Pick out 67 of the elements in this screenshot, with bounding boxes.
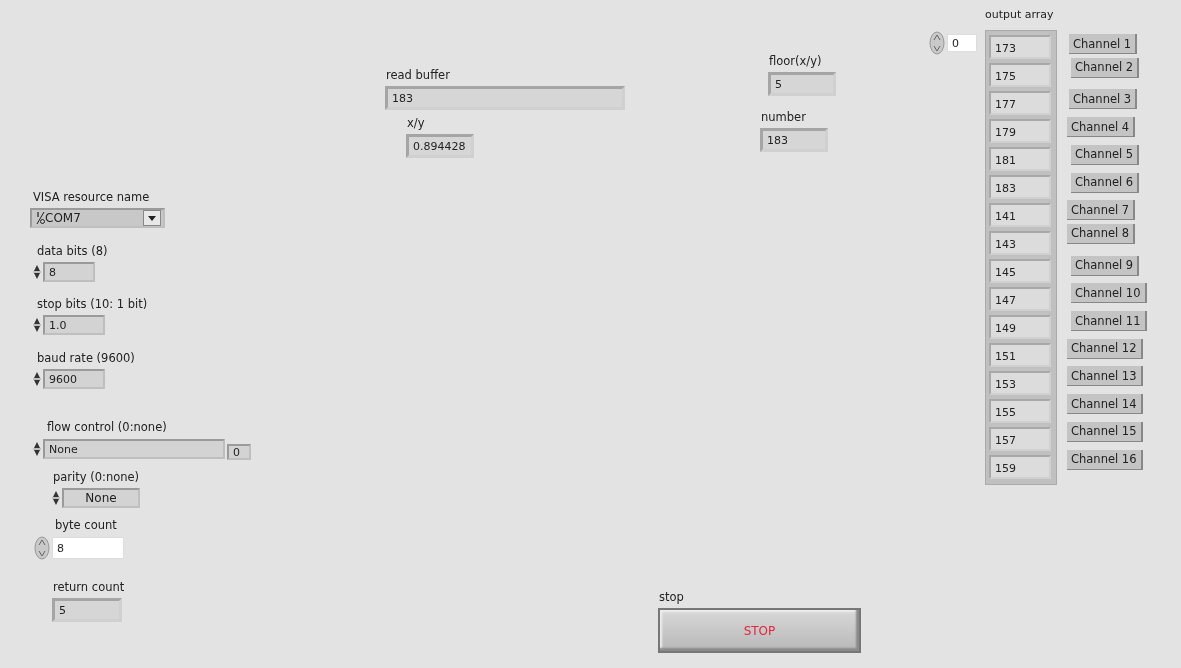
spinner-icon[interactable] [33,440,41,458]
array-cell: 149 [989,315,1051,339]
control-label: floor(x/y) [768,54,823,68]
spinner-icon[interactable] [33,370,41,388]
array-cell: 153 [989,371,1051,395]
channel-button[interactable]: Channel 14 [1067,394,1143,415]
array-cell: 173 [989,35,1051,59]
spinner-icon[interactable] [52,489,60,507]
array-cell: 141 [989,203,1051,227]
numeric-field[interactable]: 1.0 [43,315,105,335]
control-label: read buffer [385,68,451,82]
index-indicator: 0 [227,444,251,460]
channel-button[interactable]: Channel 1 [1069,34,1138,54]
channel-button[interactable]: Channel 3 [1069,89,1138,110]
control-label: stop [658,590,685,604]
channel-button[interactable]: Channel 5 [1071,144,1140,165]
array-cell: 157 [989,427,1051,451]
control-label: VISA resource name [32,190,151,204]
channel-button[interactable]: Channel 12 [1067,338,1143,359]
index-field[interactable]: 0 [947,34,977,52]
numeric-field[interactable]: 8 [43,262,95,282]
io-icon [36,211,45,225]
control-label: stop bits (10: 1 bit) [36,297,148,311]
channel-button[interactable]: Channel 2 [1071,57,1140,78]
dropdown-arrow-icon [148,215,156,221]
channel-button[interactable]: Channel 9 [1071,255,1140,276]
channel-button[interactable]: Channel 10 [1071,283,1147,304]
numeric-field[interactable]: 9600 [43,369,105,389]
array-cell: 159 [989,455,1051,479]
control-label: x/y [406,116,426,130]
enum-field[interactable]: None [43,439,225,459]
indicator-field: 5 [768,72,836,96]
indicator-field: 183 [385,86,625,110]
resource-dropdown[interactable]: COM7 [30,208,165,228]
array-cell: 179 [989,119,1051,143]
control-label: output array [985,8,1054,21]
control-label: data bits (8) [36,244,108,258]
channel-button[interactable]: Channel 6 [1071,172,1140,193]
array-cell: 183 [989,175,1051,199]
input-field[interactable]: 8 [52,537,124,559]
control-label: parity (0:none) [52,470,140,484]
control-label: byte count [54,518,118,532]
indicator-field: 183 [760,128,828,152]
array-cell: 147 [989,287,1051,311]
channel-button[interactable]: Channel 8 [1067,223,1136,244]
control-label: return count [52,580,125,594]
channel-button[interactable]: Channel 13 [1067,366,1143,387]
array-cell: 151 [989,343,1051,367]
array-cell: 177 [989,91,1051,115]
control-label: number [760,110,807,124]
channel-button[interactable]: Channel 16 [1067,449,1143,470]
array-cell: 181 [989,147,1051,171]
control-label: flow control (0:none) [46,420,168,434]
array-cell: 143 [989,231,1051,255]
control-label: baud rate (9600) [36,351,135,365]
array-cell: 155 [989,399,1051,423]
indicator-field: 5 [52,598,122,622]
channel-button[interactable]: Channel 11 [1071,311,1147,331]
array-cell: 175 [989,63,1051,87]
array-cell: 145 [989,259,1051,283]
spinner-icon[interactable] [33,316,41,334]
indicator-field: 0.894428 [406,134,474,158]
spinner-icon[interactable] [33,263,41,281]
channel-button[interactable]: Channel 7 [1067,200,1136,221]
channel-button[interactable]: Channel 4 [1067,117,1136,138]
ring-field[interactable]: None [62,488,140,508]
channel-button[interactable]: Channel 15 [1067,421,1143,442]
